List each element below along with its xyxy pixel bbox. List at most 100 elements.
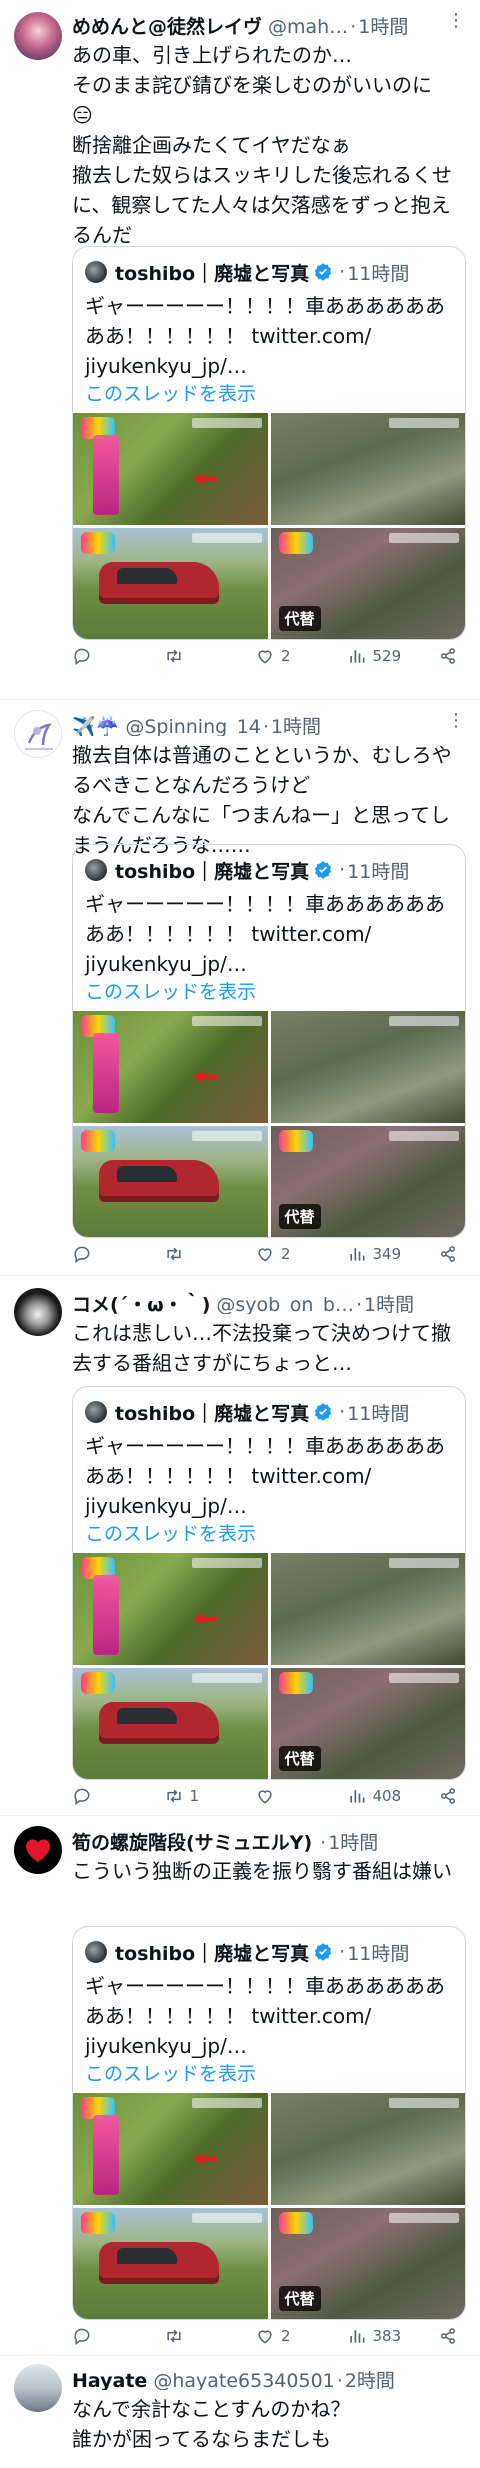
- timestamp[interactable]: 2時間: [345, 2366, 395, 2390]
- quote-author: toshibo｜廃墟と写真: [115, 1402, 310, 1425]
- media-image[interactable]: 代替: [270, 527, 465, 639]
- show-thread-link[interactable]: このスレッドを表示: [85, 2059, 256, 2086]
- retweet-count: 1: [189, 1787, 200, 1805]
- view-count: 349: [372, 1245, 402, 1263]
- media-image[interactable]: 代替: [270, 1125, 465, 1237]
- tweet[interactable]: 筍の螺旋階段(サミュエルY) · 1時間 こういう独断の正義を振り翳す番組は嫌い…: [0, 1816, 480, 2356]
- like-icon: [258, 2330, 272, 2344]
- timestamp[interactable]: 1時間: [328, 1828, 378, 1852]
- tweet[interactable]: めめんと@徒然レイヴ @mah… · 1時間 ⋮ あの車、引き上げられたのか… …: [0, 0, 480, 700]
- like-button[interactable]: 2: [255, 646, 347, 666]
- show-thread-link[interactable]: このスレッドを表示: [85, 977, 256, 1004]
- media-image[interactable]: [73, 2207, 268, 2319]
- avatar[interactable]: [14, 710, 62, 758]
- timestamp[interactable]: 1時間: [271, 712, 321, 736]
- alt-text-badge[interactable]: 代替: [278, 1204, 321, 1229]
- user-handle[interactable]: @mah…: [268, 16, 348, 36]
- media-image[interactable]: [73, 1125, 268, 1237]
- views-button[interactable]: 349: [347, 1244, 439, 1264]
- quote-tweet[interactable]: toshibo｜廃墟と写真 · 11時間 ギャーーーーー！！！！車あああああああ…: [72, 1926, 466, 2320]
- avatar[interactable]: [14, 12, 62, 60]
- avatar[interactable]: [14, 2364, 62, 2412]
- quote-author: toshibo｜廃墟と写真: [115, 1942, 310, 1965]
- user-handle[interactable]: @hayate65340501: [153, 2370, 334, 2390]
- like-button[interactable]: [255, 1786, 347, 1806]
- media-image[interactable]: [73, 1553, 268, 1665]
- retweet-button[interactable]: [164, 1244, 256, 1264]
- display-name[interactable]: ✈️☔️: [72, 715, 119, 736]
- quote-tweet[interactable]: toshibo｜廃墟と写真 · 11時間 ギャーーーーー！！！！車あああああああ…: [72, 1386, 466, 1780]
- alt-text-badge[interactable]: 代替: [278, 606, 321, 631]
- share-button[interactable]: [438, 646, 464, 666]
- reply-icon: [74, 1788, 90, 1805]
- media-image[interactable]: [270, 1011, 465, 1123]
- tweet-header: 筍の螺旋階段(サミュエルY) · 1時間: [72, 1828, 440, 1852]
- media-image[interactable]: [73, 1667, 268, 1779]
- media-image[interactable]: 代替: [270, 1667, 465, 1779]
- view-count: 529: [372, 647, 402, 665]
- avatar: [85, 261, 107, 283]
- timestamp[interactable]: 1時間: [358, 12, 408, 36]
- tweet[interactable]: コメ(´・ω・｀) @syob_on_b… · 1時間 これは悲しい…不法投棄っ…: [0, 1276, 480, 1816]
- alt-text-badge[interactable]: 代替: [278, 1746, 321, 1771]
- alt-text-badge[interactable]: 代替: [278, 2286, 321, 2311]
- show-thread-link[interactable]: このスレッドを表示: [85, 1519, 256, 1546]
- timestamp[interactable]: 1時間: [364, 1290, 414, 1314]
- user-handle[interactable]: @syob_on_b…: [216, 1294, 354, 1314]
- tweet[interactable]: Hayate @hayate65340501 · 2時間 なんで余計なことすんの…: [0, 2356, 480, 2468]
- retweet-button[interactable]: [164, 2326, 256, 2346]
- views-button[interactable]: 383: [347, 2326, 439, 2346]
- share-button[interactable]: [438, 1244, 464, 1264]
- like-button[interactable]: 2: [255, 1244, 347, 1264]
- display-name[interactable]: Hayate: [72, 2370, 147, 2390]
- views-icon: [349, 650, 364, 663]
- media-image[interactable]: [73, 2093, 268, 2205]
- media-image[interactable]: [270, 2093, 465, 2205]
- media-image[interactable]: [73, 1011, 268, 1123]
- more-icon[interactable]: ⋮: [447, 10, 466, 31]
- display-name[interactable]: 筍の螺旋階段(サミュエルY): [72, 1828, 312, 1852]
- tv-ticker: [191, 2098, 262, 2108]
- reply-button[interactable]: [72, 646, 164, 666]
- media-image[interactable]: 代替: [270, 2207, 465, 2319]
- like-button[interactable]: 2: [255, 2326, 347, 2346]
- media-image[interactable]: [270, 413, 465, 525]
- reply-icon: [74, 648, 90, 665]
- media-image[interactable]: [73, 413, 268, 525]
- share-button[interactable]: [438, 2326, 464, 2346]
- tv-ticker: [389, 1016, 459, 1026]
- views-button[interactable]: 408: [347, 1786, 439, 1806]
- separator: ·: [339, 1401, 346, 1423]
- avatar[interactable]: [14, 1288, 62, 1336]
- display-name[interactable]: めめんと@徒然レイヴ: [72, 12, 262, 36]
- reply-button[interactable]: [72, 2326, 164, 2346]
- reply-button[interactable]: [72, 1244, 164, 1264]
- views-button[interactable]: 529: [347, 646, 439, 666]
- quote-text: ギャーーーーー！！！！車ああああああああ！！！！！！ twitter.com/ …: [85, 1434, 445, 1518]
- arrow-graphic: [193, 473, 217, 485]
- more-icon[interactable]: ⋮: [447, 710, 466, 731]
- share-button[interactable]: [438, 1786, 464, 1806]
- quote-tweet[interactable]: toshibo｜廃墟と写真 · 11時間 ギャーーーーー！！！！車あああああああ…: [72, 844, 466, 1238]
- tv-caption: [93, 2115, 119, 2195]
- avatar[interactable]: [14, 1826, 62, 1874]
- arrow-graphic: [193, 1613, 217, 1625]
- tweet-text: なんで余計なことすんのかね？ 誰かが困ってるならまだしも: [72, 2397, 351, 2451]
- like-icon: [258, 1248, 272, 1262]
- media-image[interactable]: [73, 527, 268, 639]
- tweet-header: コメ(´・ω・｀) @syob_on_b… · 1時間: [72, 1290, 440, 1314]
- display-name[interactable]: コメ(´・ω・｀): [72, 1290, 210, 1314]
- reply-button[interactable]: [72, 1786, 164, 1806]
- retweet-button[interactable]: 1: [164, 1786, 256, 1806]
- retweet-button[interactable]: [164, 646, 256, 666]
- quote-timestamp: 11時間: [347, 1942, 410, 1965]
- quote-tweet[interactable]: toshibo｜廃墟と写真 · 11時間 ギャーーーーー！！！！車あああああああ…: [72, 246, 466, 640]
- tweet-text: 撤去自体は普通のことというか、むしろやるべきことなんだろうけど なんでこんなに「…: [72, 743, 452, 857]
- tweet[interactable]: ✈️☔️ @Spinning_14 · 1時間 ⋮ 撤去自体は普通のことというか…: [0, 700, 480, 1276]
- media-image[interactable]: [270, 1553, 465, 1665]
- separator: ·: [339, 261, 346, 283]
- avatar: [85, 859, 107, 881]
- show-thread-link[interactable]: このスレッドを表示: [85, 379, 256, 406]
- user-handle[interactable]: @Spinning_14: [125, 716, 261, 736]
- tv-ticker: [389, 418, 459, 428]
